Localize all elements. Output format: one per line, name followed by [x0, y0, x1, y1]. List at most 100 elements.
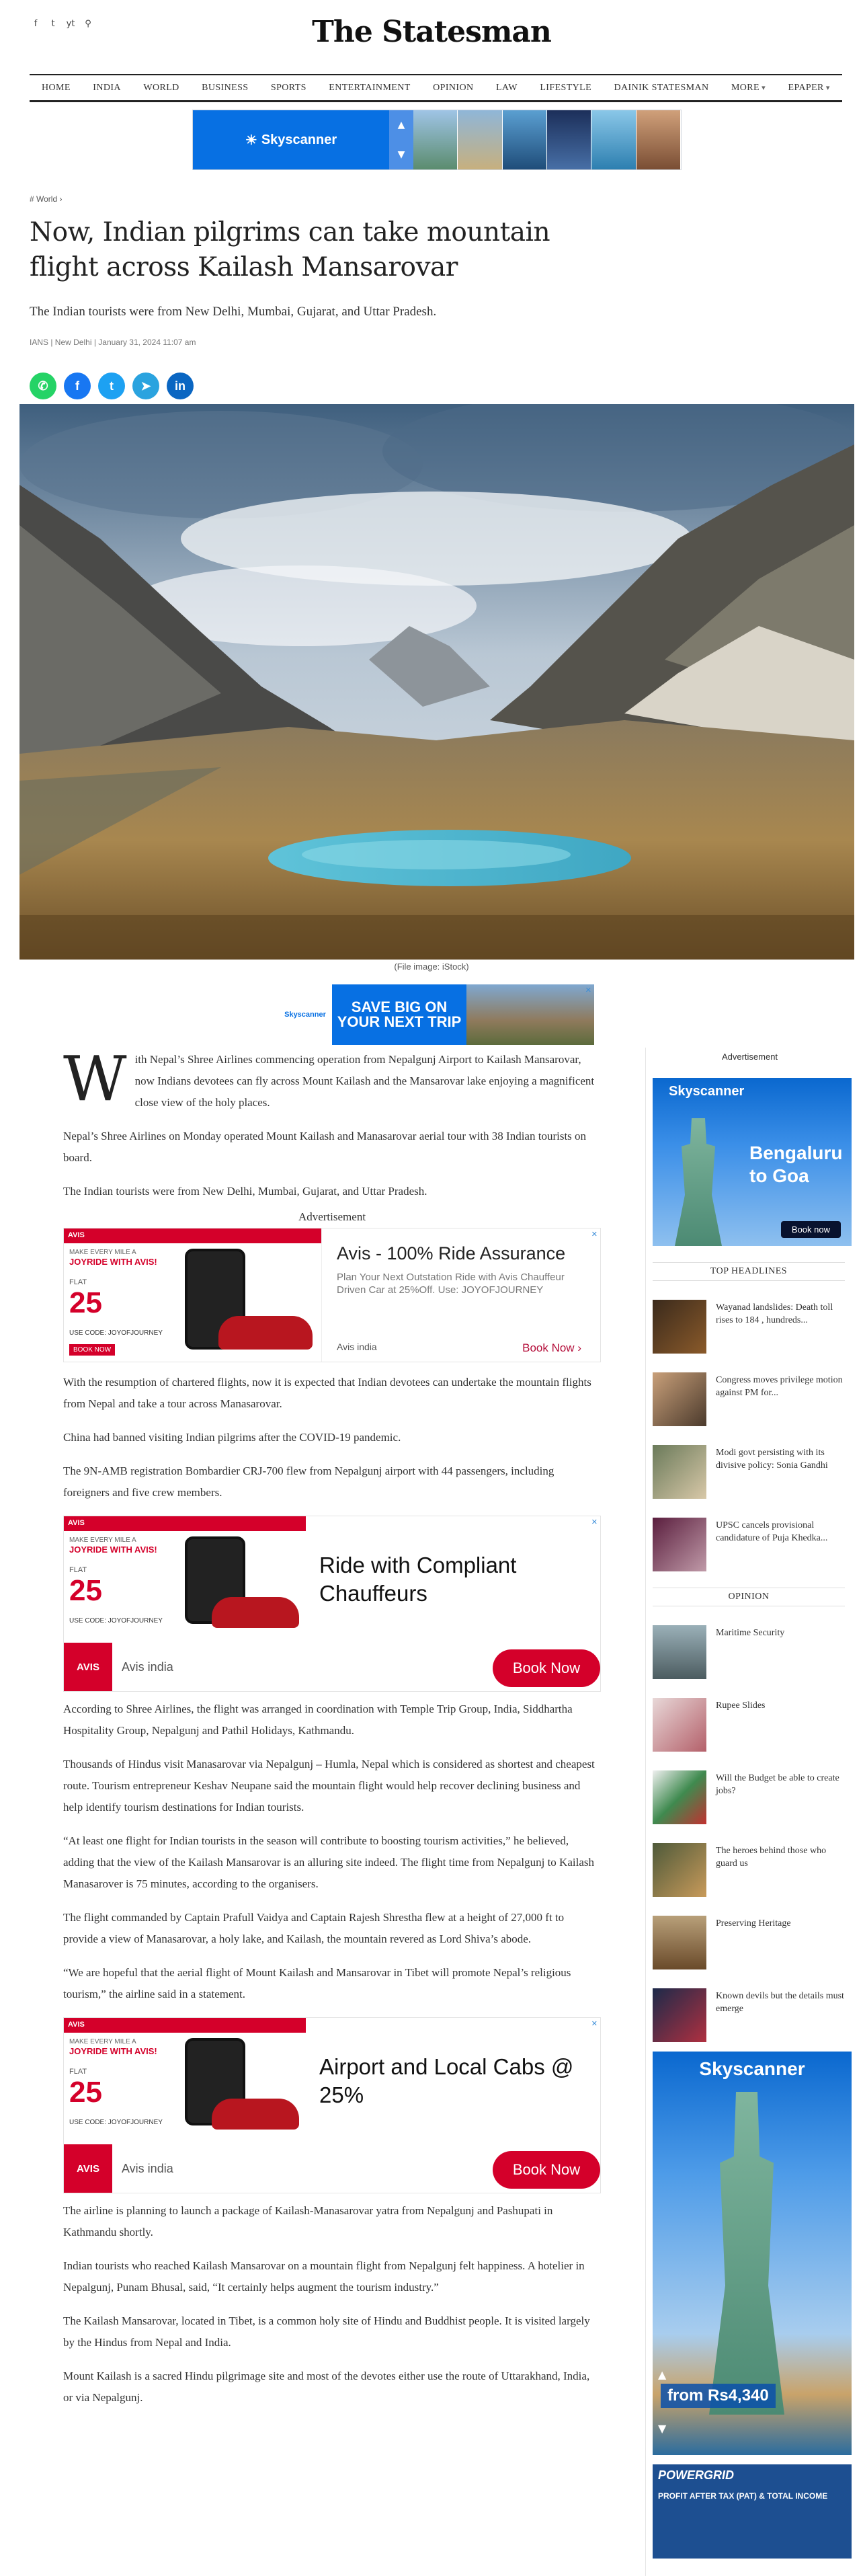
- telegram-icon[interactable]: ➤: [132, 373, 159, 399]
- nav-item-lifestyle[interactable]: LIFESTYLE: [540, 83, 591, 93]
- avis-ad-3[interactable]: AVIS MAKE EVERY MILE A JOYRIDE WITH AVIS…: [63, 2017, 601, 2193]
- avis-ad-description: Plan Your Next Outstation Ride with Avis…: [337, 1272, 565, 1296]
- mountain-lake-illustration: [19, 404, 854, 960]
- headline-text[interactable]: UPSC cancels provisional candidature of …: [716, 1518, 845, 1545]
- opinion-item[interactable]: Preserving Heritage: [653, 1916, 845, 1969]
- opinion-item[interactable]: Known devils but the details must emerge: [653, 1988, 845, 2042]
- book-now-button[interactable]: Book Now: [493, 2151, 600, 2189]
- avis-line: JOYRIDE WITH AVIS!: [69, 1545, 157, 1555]
- nav-item-opinion[interactable]: OPINION: [433, 83, 473, 93]
- avis-line: MAKE EVERY MILE A: [69, 2038, 136, 2045]
- opinion-thumbnail[interactable]: [653, 1770, 706, 1824]
- article-paragraph: According to Shree Airlines, the flight …: [63, 1703, 573, 1737]
- opinion-thumbnail[interactable]: [653, 1625, 706, 1679]
- opinion-thumbnail[interactable]: [653, 1916, 706, 1969]
- headline-thumbnail[interactable]: [653, 1372, 706, 1426]
- headline-item[interactable]: Modi govt persisting with its divisive p…: [653, 1445, 845, 1499]
- article-paragraph: “At least one flight for Indian tourists…: [63, 1834, 594, 1890]
- headline-text[interactable]: Wayanad landslides: Death toll rises to …: [716, 1300, 845, 1327]
- avis-ad-2[interactable]: AVIS MAKE EVERY MILE A JOYRIDE WITH AVIS…: [63, 1516, 601, 1692]
- headline-thumbnail[interactable]: [653, 1300, 706, 1354]
- headline-item[interactable]: Congress moves privilege motion against …: [653, 1372, 845, 1426]
- site-logo[interactable]: The Statesman: [0, 15, 863, 49]
- opinion-text[interactable]: Preserving Heritage: [716, 1916, 791, 1930]
- sidebar-ad-skyscanner-tall[interactable]: Skyscanner ▲ ▼ from Rs4,340: [653, 2052, 852, 2455]
- avis-ad-1[interactable]: AVIS MAKE EVERY MILE A JOYRIDE WITH AVIS…: [63, 1228, 601, 1362]
- twitter-icon[interactable]: t: [98, 373, 125, 399]
- ad-headline: SAVE BIG ON YOUR NEXT TRIP: [337, 999, 462, 1030]
- top-banner-ad[interactable]: ☀ Skyscanner ▲ ▼: [192, 110, 682, 170]
- book-now-button[interactable]: Book now: [780, 1221, 841, 1238]
- skyscanner-sun-icon: ☀: [245, 132, 257, 148]
- arrow-down-icon[interactable]: ▼: [658, 2422, 666, 2435]
- ad-close-icon[interactable]: ✕: [591, 1518, 598, 1526]
- headline-item[interactable]: UPSC cancels provisional candidature of …: [653, 1518, 845, 1571]
- opinion-thumbnail[interactable]: [653, 1988, 706, 2042]
- nav-item-india[interactable]: INDIA: [93, 83, 121, 93]
- ad-close-icon[interactable]: ✕: [591, 2019, 598, 2028]
- avis-line: JOYRIDE WITH AVIS!: [69, 2046, 157, 2056]
- headline-thumbnail[interactable]: [653, 1518, 706, 1571]
- top-headlines-header: TOP HEADLINES: [653, 1262, 845, 1281]
- headline-thumbnail[interactable]: [653, 1445, 706, 1499]
- opinion-item[interactable]: Maritime Security: [653, 1625, 845, 1679]
- opinion-text[interactable]: Will the Budget be able to create jobs?: [716, 1770, 845, 1797]
- opinion-thumbnail[interactable]: [653, 1843, 706, 1897]
- nav-item-sports[interactable]: SPORTS: [271, 83, 306, 93]
- nav-item-business[interactable]: BUSINESS: [202, 83, 248, 93]
- avis-percent: 25: [69, 1574, 102, 1607]
- opinion-text[interactable]: Maritime Security: [716, 1625, 784, 1639]
- headline-item[interactable]: Wayanad landslides: Death toll rises to …: [653, 1300, 845, 1354]
- book-now-button[interactable]: Book Now: [493, 1649, 600, 1687]
- avis-code: USE CODE: JOYOFJOURNEY: [69, 2119, 163, 2126]
- headline-text[interactable]: Congress moves privilege motion against …: [716, 1372, 845, 1399]
- opinion-text[interactable]: The heroes behind those who guard us: [716, 1843, 845, 1870]
- book-now-link[interactable]: Book Now ›: [522, 1341, 581, 1355]
- avis-percent: 25: [69, 1286, 102, 1319]
- opinion-text[interactable]: Rupee Slides: [716, 1698, 766, 1712]
- opinion-text[interactable]: Known devils but the details must emerge: [716, 1988, 845, 2015]
- paragraph-text: ith Nepal’s Shree Airlines commencing op…: [134, 1053, 595, 1109]
- skyscanner-logo: Skyscanner: [278, 984, 332, 1045]
- car-image: [212, 2099, 299, 2130]
- nav-item-entertainment[interactable]: ENTERTAINMENT: [329, 83, 410, 93]
- nav-item-dainik-statesman[interactable]: DAINIK STATESMAN: [614, 83, 709, 93]
- linkedin-icon[interactable]: in: [167, 373, 194, 399]
- skyscanner-logo: Skyscanner: [653, 2056, 852, 2082]
- statue-image: [675, 1118, 722, 1246]
- arrow-up-icon[interactable]: ▲: [398, 120, 405, 130]
- nav-item-law[interactable]: LAW: [496, 83, 518, 93]
- sidebar-ad-skyscanner[interactable]: Skyscanner Bengaluru to Goa Book now: [653, 1078, 852, 1246]
- breadcrumb[interactable]: # World ›: [30, 194, 62, 204]
- ad-brand: Skyscanner: [261, 132, 337, 147]
- powergrid-logo: POWERGRID: [658, 2468, 735, 2482]
- opinion-thumbnail[interactable]: [653, 1698, 706, 1752]
- arrow-up-icon[interactable]: ▲: [658, 2368, 666, 2381]
- drop-cap: W: [63, 1043, 127, 1115]
- opinion-item[interactable]: Will the Budget be able to create jobs?: [653, 1770, 845, 1824]
- avis-ad-footer: AVIS Avis india Book Now: [64, 2144, 600, 2193]
- nav-item-epaper[interactable]: EPAPER: [788, 83, 830, 93]
- opinion-item[interactable]: The heroes behind those who guard us: [653, 1843, 845, 1897]
- ad-brand: Skyscanner: [669, 1083, 745, 1099]
- nav-item-world[interactable]: WORLD: [143, 83, 179, 93]
- headline-text[interactable]: Modi govt persisting with its divisive p…: [716, 1445, 845, 1472]
- nav-item-more[interactable]: MORE: [731, 83, 766, 93]
- facebook-icon[interactable]: f: [64, 373, 91, 399]
- mid-banner-ad[interactable]: Skyscanner SAVE BIG ON YOUR NEXT TRIP ✕: [278, 984, 594, 1045]
- sidebar-ad-powergrid[interactable]: POWERGRID PROFIT AFTER TAX (PAT) & TOTAL…: [653, 2464, 852, 2559]
- whatsapp-icon[interactable]: ✆: [30, 373, 56, 399]
- arrow-down-icon[interactable]: ▼: [398, 149, 405, 160]
- car-image: [212, 1597, 299, 1628]
- ad-close-icon[interactable]: ✕: [585, 986, 591, 994]
- article-paragraph: The Indian tourists were from New Delhi,…: [63, 1185, 427, 1198]
- avis-bar: AVIS: [64, 2018, 306, 2033]
- avis-creative: AVIS MAKE EVERY MILE A JOYRIDE WITH AVIS…: [64, 1228, 322, 1362]
- ad-carousel-arrows[interactable]: ▲ ▼: [389, 110, 413, 169]
- ad-tile: [502, 110, 547, 169]
- opinion-item[interactable]: Rupee Slides: [653, 1698, 845, 1752]
- nav-item-home[interactable]: HOME: [42, 83, 71, 93]
- avis-ad-title: Avis - 100% Ride Assurance: [337, 1243, 566, 1263]
- avis-line: MAKE EVERY MILE A: [69, 1536, 136, 1544]
- ad-close-icon[interactable]: ✕: [591, 1230, 598, 1239]
